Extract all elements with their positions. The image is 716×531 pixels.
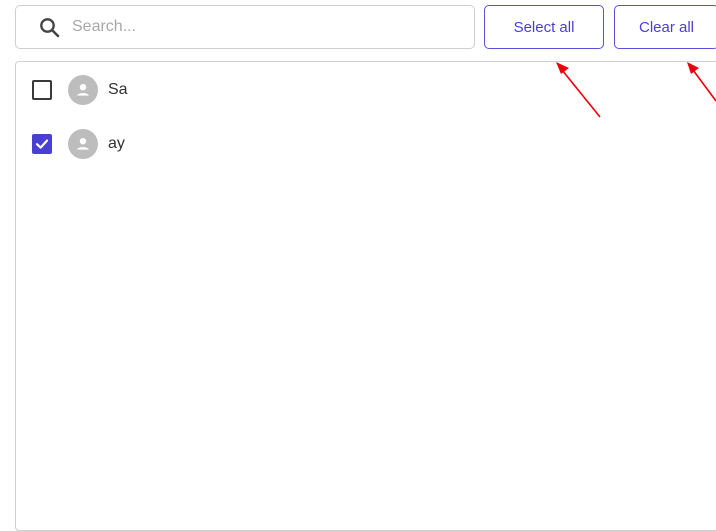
user-name: Sa (108, 81, 128, 98)
avatar (68, 129, 98, 159)
user-icon (77, 84, 89, 96)
checkmark-icon (35, 139, 49, 149)
clear-all-button[interactable]: Clear all (614, 5, 716, 49)
checkbox-checked[interactable] (32, 134, 52, 154)
search-icon (38, 16, 62, 40)
avatar (68, 75, 98, 105)
checkbox-unchecked[interactable] (32, 80, 52, 100)
search-input[interactable] (72, 14, 462, 40)
select-all-button[interactable]: Select all (484, 5, 604, 49)
list-item[interactable]: Sa (32, 75, 332, 105)
user-icon (77, 138, 89, 150)
list-item[interactable]: ay (32, 129, 332, 159)
user-list[interactable]: Sa ay (15, 61, 716, 531)
user-name: ay (108, 135, 125, 152)
search-box[interactable] (15, 5, 475, 49)
